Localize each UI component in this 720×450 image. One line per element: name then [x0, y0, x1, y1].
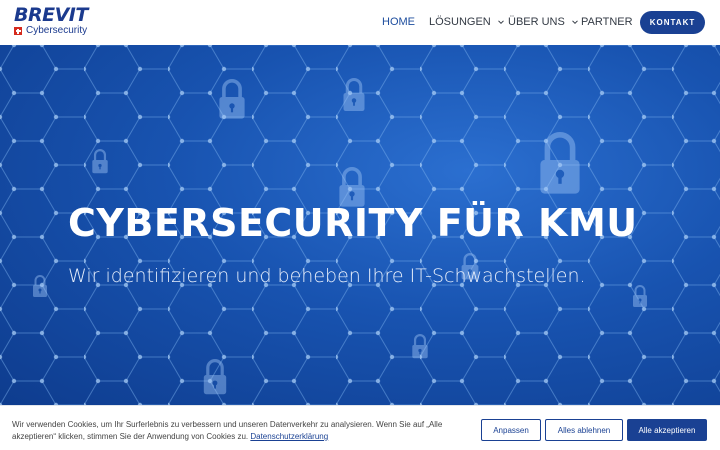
reject-all-cookies-button[interactable]: Alles ablehnen: [545, 419, 623, 441]
nav-home[interactable]: HOME: [382, 16, 415, 28]
hero-subtitle: Wir identifizieren und beheben Ihre IT-S…: [68, 265, 586, 287]
logo-wordmark: BREVIT: [14, 4, 88, 26]
logo-tagline: Cybersecurity: [14, 26, 94, 36]
nav-loesungen[interactable]: LÖSUNGEN: [429, 16, 505, 28]
logo-subtext: Cybersecurity: [26, 25, 88, 36]
hero-title: CYBERSECURITY FÜR KMU: [68, 201, 638, 245]
brevit-logo[interactable]: BREVIT Cybersecurity: [14, 6, 94, 40]
nav-ueber-uns[interactable]: ÜBER UNS: [508, 16, 579, 28]
chevron-down-icon: [571, 20, 578, 25]
swiss-flag-icon: [14, 27, 22, 35]
customize-cookies-button[interactable]: Anpassen: [481, 419, 541, 441]
nav-partner-label: PARTNER: [581, 16, 633, 28]
nav-partner[interactable]: PARTNER: [581, 16, 633, 28]
site-header: BREVIT Cybersecurity HOME LÖSUNGEN ÜBER …: [0, 0, 720, 45]
chevron-down-icon: [497, 20, 504, 25]
cookie-text: Wir verwenden Cookies, um Ihr Surferlebn…: [12, 420, 443, 441]
kontakt-button[interactable]: KONTAKT: [640, 11, 705, 34]
nav-ueber-uns-label: ÜBER UNS: [508, 16, 565, 28]
cookie-banner: Wir verwenden Cookies, um Ihr Surferlebn…: [0, 405, 720, 450]
hero-section: CYBERSECURITY FÜR KMU Wir identifizieren…: [0, 45, 720, 405]
nav-loesungen-label: LÖSUNGEN: [429, 16, 491, 28]
accept-all-cookies-button[interactable]: Alle akzeptieren: [627, 419, 707, 441]
nav-home-label: HOME: [382, 16, 415, 28]
privacy-policy-link[interactable]: Datenschutzerklärung: [250, 432, 328, 441]
cookie-message: Wir verwenden Cookies, um Ihr Surferlebn…: [12, 419, 472, 443]
